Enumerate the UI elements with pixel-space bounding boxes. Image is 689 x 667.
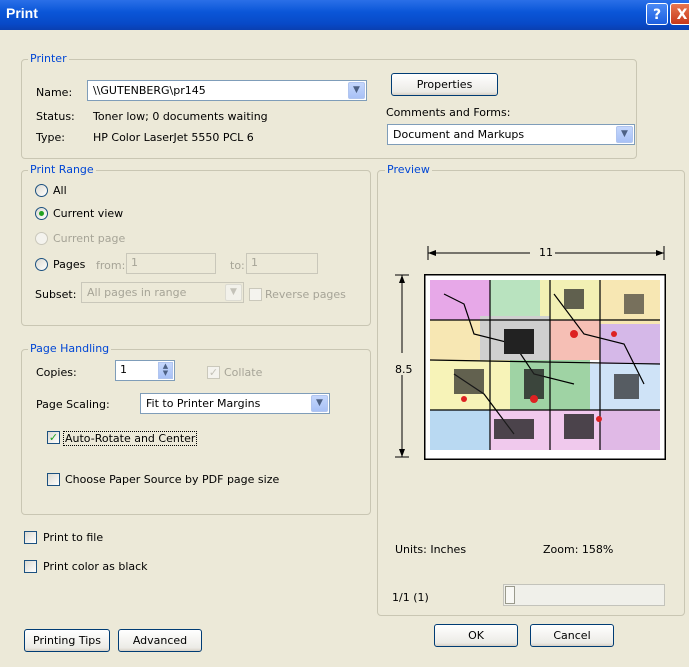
properties-label: Properties [416, 78, 473, 91]
type-label: Type: [36, 131, 65, 144]
subset-select[interactable]: All pages in range ▼ [81, 282, 244, 303]
radio-pages[interactable] [35, 258, 48, 271]
advanced-button[interactable]: Advanced [118, 629, 202, 652]
from-page-input[interactable]: 1 [126, 253, 216, 274]
to-label: to: [230, 259, 245, 272]
printer-legend: Printer [28, 52, 69, 65]
units-label: Units: Inches [395, 543, 467, 556]
preview-legend: Preview [385, 163, 432, 176]
reverse-pages-label[interactable]: Reverse pages [265, 288, 346, 301]
reverse-pages-checkbox[interactable] [249, 288, 262, 301]
print-to-file-label[interactable]: Print to file [43, 531, 103, 544]
preview-page-map [424, 274, 666, 460]
radio-current-page-label[interactable]: Current page [53, 232, 125, 245]
ok-button[interactable]: OK [434, 624, 518, 647]
close-icon: X [676, 7, 688, 23]
advanced-label: Advanced [132, 634, 188, 647]
ok-label: OK [468, 629, 484, 642]
print-to-file-checkbox[interactable] [24, 531, 37, 544]
spin-up-down-icon[interactable]: ▲ ▼ [158, 362, 173, 379]
to-page-input[interactable]: 1 [246, 253, 318, 274]
chevron-down-icon[interactable]: ▼ [616, 126, 633, 143]
page-scaling-label: Page Scaling: [36, 398, 110, 411]
comments-forms-label: Comments and Forms: [386, 106, 511, 119]
type-value: HP Color LaserJet 5550 PCL 6 [93, 131, 254, 144]
properties-button[interactable]: Properties [391, 73, 498, 96]
page-handling-legend: Page Handling [28, 342, 112, 355]
radio-current-view-label[interactable]: Current view [53, 207, 123, 220]
comments-forms-value: Document and Markups [393, 128, 525, 141]
page-scaling-select[interactable]: Fit to Printer Margins ▼ [140, 393, 330, 414]
name-label: Name: [36, 86, 73, 99]
chevron-down-icon[interactable]: ▼ [311, 395, 328, 412]
radio-pages-label[interactable]: Pages [53, 258, 85, 271]
preview-height-label: 8.5 [395, 363, 413, 376]
copies-value: 1 [120, 363, 127, 376]
radio-current-view[interactable] [35, 207, 48, 220]
collate-checkbox[interactable]: ✓ [207, 366, 220, 379]
page-indicator: 1/1 (1) [392, 591, 429, 604]
title-bar[interactable] [0, 0, 689, 30]
page-slider-thumb[interactable] [505, 586, 515, 604]
print-color-black-checkbox[interactable] [24, 560, 37, 573]
subset-label: Subset: [35, 288, 77, 301]
paper-source-checkbox[interactable] [47, 473, 60, 486]
radio-all-label[interactable]: All [53, 184, 67, 197]
print-color-black-label[interactable]: Print color as black [43, 560, 148, 573]
auto-rotate-label[interactable]: Auto-Rotate and Center [63, 431, 198, 446]
zoom-label: Zoom: 158% [543, 543, 614, 556]
from-label: from: [96, 259, 126, 272]
subset-value: All pages in range [87, 286, 187, 299]
auto-rotate-checkbox[interactable]: ✓ [47, 431, 60, 444]
help-icon: ? [652, 7, 662, 23]
page-scaling-value: Fit to Printer Margins [146, 397, 261, 410]
status-value: Toner low; 0 documents waiting [93, 110, 268, 123]
printer-name-select[interactable]: \\GUTENBERG\pr145 ▼ [87, 80, 367, 101]
radio-current-page[interactable] [35, 232, 48, 245]
printing-tips-button[interactable]: Printing Tips [24, 629, 110, 652]
chevron-down-icon[interactable]: ▼ [225, 284, 242, 301]
print-range-legend: Print Range [28, 163, 96, 176]
collate-label[interactable]: Collate [224, 366, 262, 379]
help-button[interactable]: ? [646, 3, 668, 25]
close-button[interactable]: X [670, 3, 689, 25]
printing-tips-label: Printing Tips [33, 634, 101, 647]
checkmark-icon: ✓ [48, 431, 59, 444]
printer-name-value: \\GUTENBERG\pr145 [93, 84, 206, 97]
comments-forms-select[interactable]: Document and Markups ▼ [387, 124, 635, 145]
cancel-button[interactable]: Cancel [530, 624, 614, 647]
page-slider[interactable] [503, 584, 665, 606]
status-label: Status: [36, 110, 75, 123]
window-title: Print [6, 5, 38, 21]
chevron-down-icon[interactable]: ▼ [348, 82, 365, 99]
preview-width-label: 11 [539, 246, 553, 259]
copies-input[interactable]: 1 ▲ ▼ [115, 360, 175, 381]
copies-label: Copies: [36, 366, 77, 379]
radio-all[interactable] [35, 184, 48, 197]
paper-source-label[interactable]: Choose Paper Source by PDF page size [65, 473, 279, 486]
cancel-label: Cancel [553, 629, 591, 642]
